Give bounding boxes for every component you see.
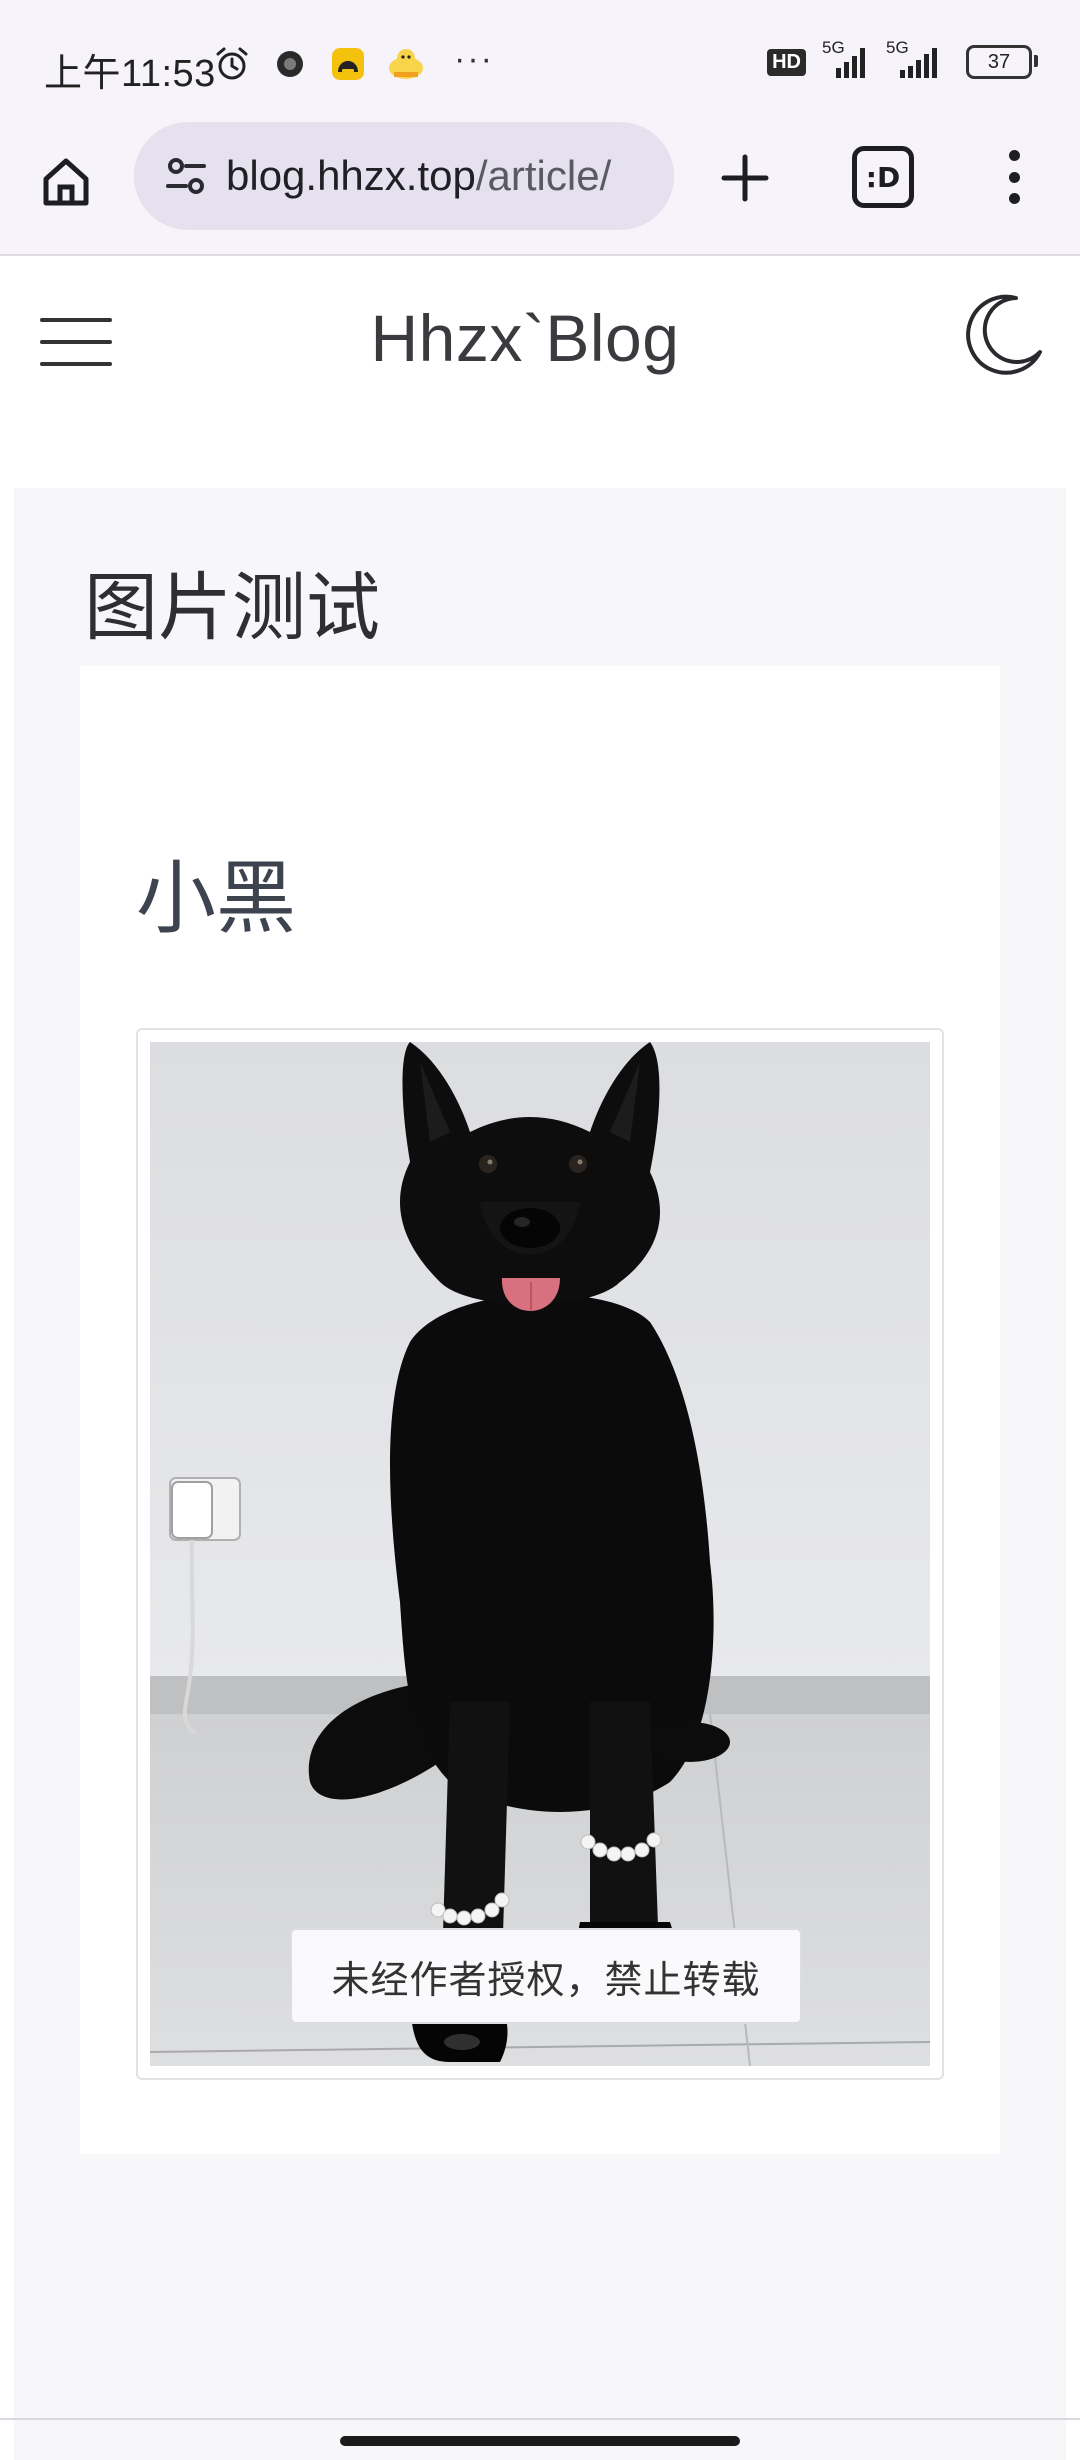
moon-icon — [966, 294, 1042, 375]
menu-dot — [1008, 150, 1020, 161]
site-header: Hhzx`Blog — [0, 256, 1080, 426]
plus-icon — [721, 154, 769, 202]
site-title[interactable]: Hhzx`Blog — [0, 300, 1050, 376]
status-bar: 上午11:53 ··· HD 5G 5G 37 — [0, 0, 1080, 120]
battery-icon: 37 — [966, 45, 1038, 79]
alarm-icon — [212, 44, 252, 84]
article-container: 图片测试 小黑 未经作者授权，禁止转载 — [14, 488, 1066, 2460]
signal-icon: 5G — [886, 38, 950, 80]
page-bottom-divider — [0, 2418, 1080, 2420]
url-text[interactable]: blog.hhzx.top/article/ — [226, 152, 611, 200]
browser-toolbar: blog.hhzx.top/article/ :D — [0, 120, 1080, 256]
status-time: 上午11:53 — [44, 53, 216, 95]
web-page: Hhzx`Blog 图片测试 小黑 未经作者授权，禁止转载 — [0, 256, 1080, 2460]
article-title: 图片测试 — [84, 565, 380, 651]
menu-dot — [1008, 171, 1020, 183]
app-notification-icon — [386, 44, 426, 84]
app-notification-icon — [328, 44, 368, 84]
new-tab-button[interactable] — [712, 145, 778, 211]
article-heading: 小黑 — [136, 852, 296, 945]
signal-icon: 5G — [822, 38, 870, 80]
notification-icons: ··· — [212, 40, 494, 84]
system-icons: HD 5G 5G 37 — [767, 38, 1038, 80]
article-image-frame — [136, 1028, 944, 2080]
dog-photo[interactable] — [150, 1042, 930, 2066]
home-gesture-bar[interactable] — [340, 2436, 740, 2446]
menu-dot — [1008, 193, 1020, 204]
home-button[interactable] — [30, 145, 102, 217]
dark-mode-toggle[interactable] — [954, 286, 1050, 382]
browser-menu-button[interactable] — [994, 144, 1034, 210]
tab-switcher-button[interactable]: :D — [852, 146, 914, 208]
hd-badge: HD — [767, 48, 806, 76]
home-icon — [43, 158, 89, 206]
address-bar[interactable]: blog.hhzx.top/article/ — [134, 122, 674, 230]
url-path: /article/ — [475, 152, 612, 199]
app-notification-icon — [270, 44, 310, 84]
battery-level: 37 — [987, 50, 1011, 73]
more-notifications-icon: ··· — [454, 39, 494, 78]
url-host: blog.hhzx.top — [226, 152, 476, 199]
site-settings-icon[interactable] — [156, 146, 216, 206]
copyright-notice: 未经作者授权，禁止转载 — [290, 1928, 802, 2024]
